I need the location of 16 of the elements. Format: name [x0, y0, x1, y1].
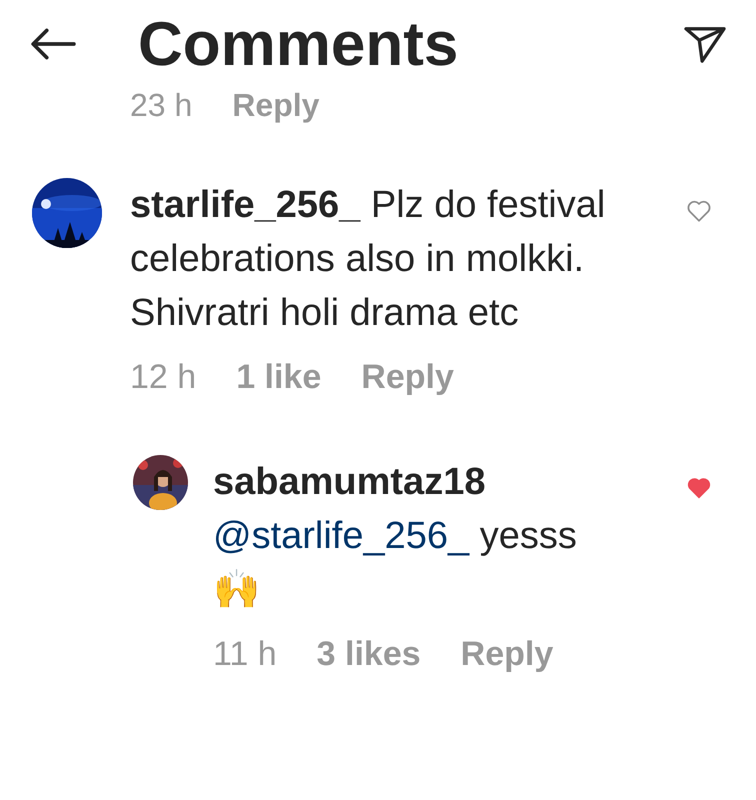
comment-time: 23 h: [130, 88, 192, 122]
comment-text: sabamumtaz18 @starlife_256_ yesss 🙌: [213, 460, 578, 613]
heart-icon[interactable]: [686, 475, 712, 501]
comment-time: 12 h: [130, 357, 196, 398]
send-icon[interactable]: [684, 25, 726, 63]
likes-count[interactable]: 1 like: [236, 352, 322, 403]
comment-time: 11 h: [213, 634, 277, 675]
reply-button[interactable]: Reply: [232, 88, 320, 122]
comment-text: starlife_256_ Plz do festival celebrations also in molkki. Shivratri holi drama etc: [130, 183, 606, 336]
likes-count[interactable]: 3 likes: [316, 629, 421, 680]
reply-button[interactable]: Reply: [460, 629, 554, 680]
back-arrow-icon[interactable]: [30, 27, 76, 61]
mention-link[interactable]: @starlife_256_: [213, 515, 470, 557]
page-title: Comments: [138, 8, 458, 80]
reply-button[interactable]: Reply: [361, 352, 454, 403]
heart-icon[interactable]: [686, 198, 712, 224]
